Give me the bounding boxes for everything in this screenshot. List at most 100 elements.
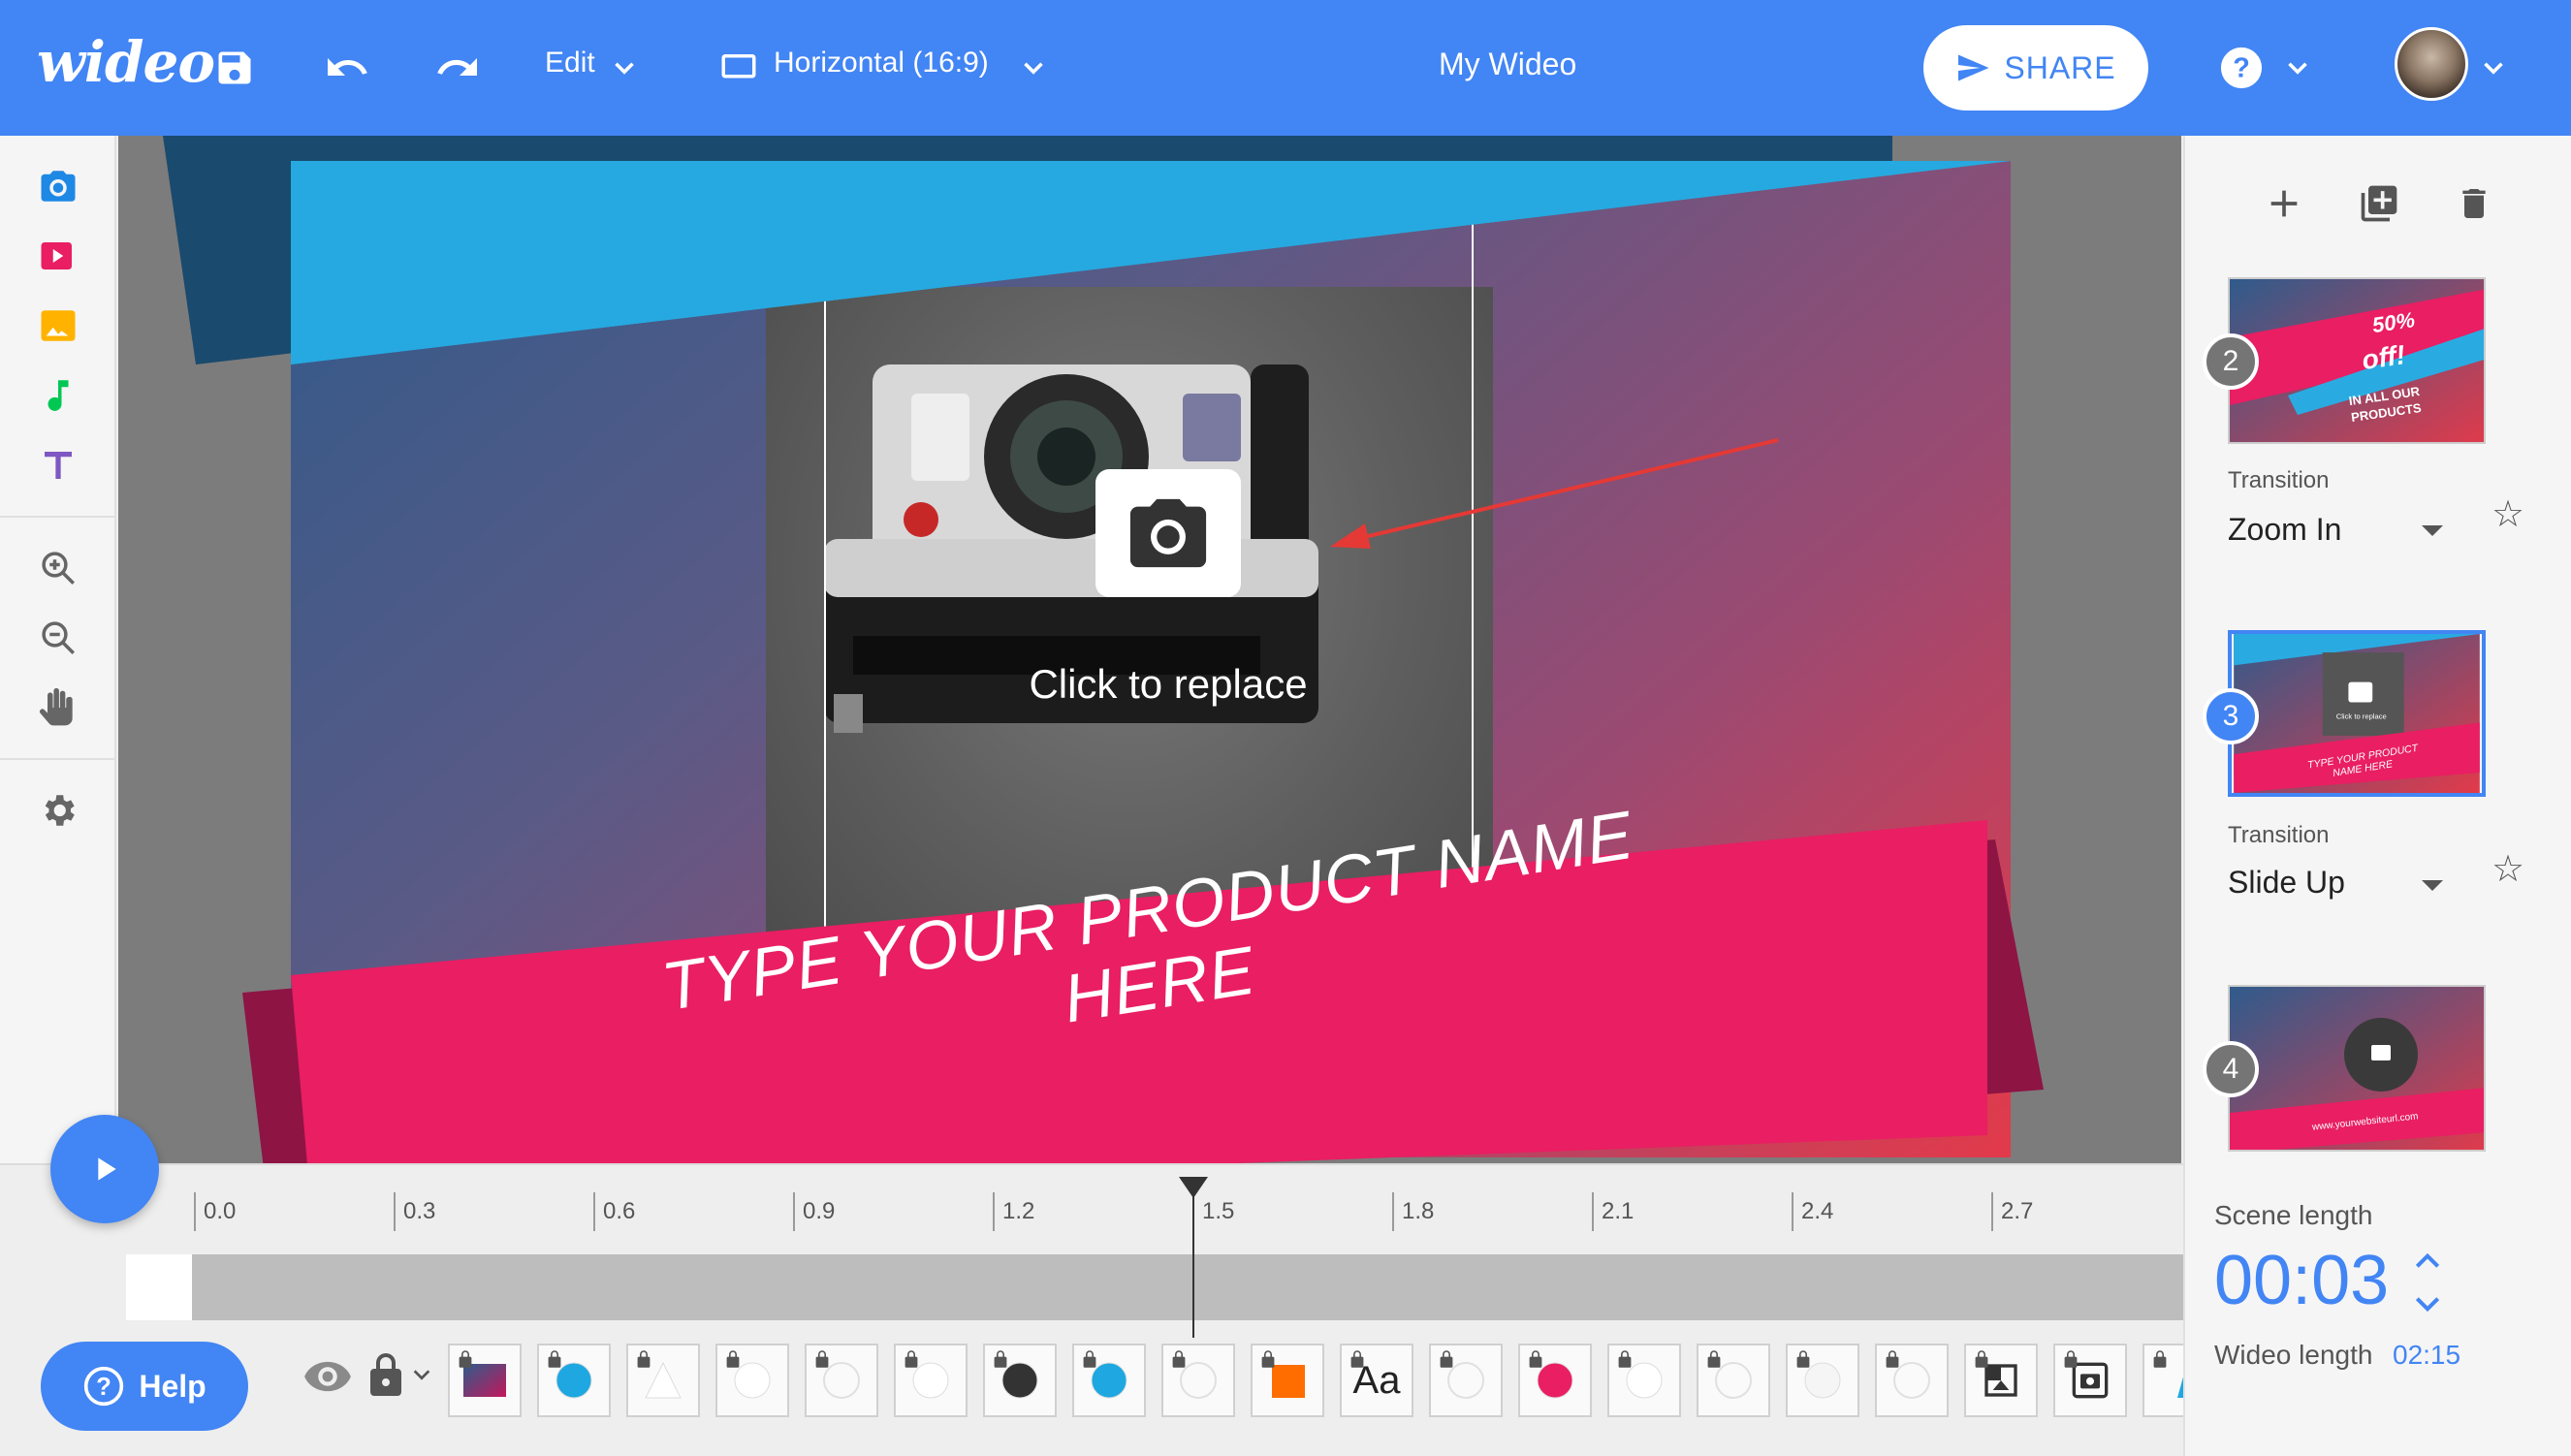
chevron-up-icon[interactable] — [2408, 1247, 2447, 1276]
format-selector[interactable]: Horizontal (16:9) — [774, 47, 989, 79]
chevron-down-icon[interactable] — [411, 1367, 432, 1387]
lock-icon[interactable] — [1974, 1349, 1989, 1374]
scene-length-value[interactable]: 00:03 — [2214, 1241, 2389, 1320]
thumb-text: Click to replace — [2336, 712, 2387, 721]
layer-thumbnail[interactable] — [1786, 1344, 1859, 1417]
add-scene-icon[interactable] — [2255, 174, 2313, 233]
star-icon[interactable]: ☆ — [2492, 492, 2524, 536]
text-icon[interactable] — [29, 436, 87, 494]
scene-thumbnail-image: 50% off! IN ALL OUR PRODUCTS — [2230, 279, 2484, 442]
layer-thumbnail[interactable] — [715, 1344, 789, 1417]
toolbar-divider — [0, 758, 116, 760]
zoom-out-icon[interactable] — [29, 609, 87, 667]
image-icon[interactable] — [29, 297, 87, 355]
lock-icon[interactable] — [1171, 1349, 1187, 1374]
scene-thumbnail-2[interactable]: 50% off! IN ALL OUR PRODUCTS — [2228, 277, 2486, 444]
zoom-in-icon[interactable] — [29, 539, 87, 597]
lock-icon[interactable] — [547, 1349, 562, 1374]
lock-icon[interactable] — [993, 1349, 1008, 1374]
lock-icon[interactable] — [366, 1351, 405, 1403]
edit-menu[interactable]: Edit — [545, 47, 595, 79]
transition-select[interactable]: Slide Up — [2228, 865, 2345, 901]
lock-icon[interactable] — [1082, 1349, 1097, 1374]
delete-scene-icon[interactable] — [2445, 174, 2503, 233]
transition-select[interactable]: Zoom In — [2228, 512, 2341, 548]
help-button[interactable]: ? Help — [41, 1342, 248, 1431]
undo-icon[interactable] — [316, 37, 378, 99]
lock-icon[interactable] — [1439, 1349, 1454, 1374]
lock-icon[interactable] — [814, 1349, 830, 1374]
layer-thumbnail[interactable] — [805, 1344, 878, 1417]
lock-icon[interactable] — [1795, 1349, 1811, 1374]
lock-icon[interactable] — [904, 1349, 919, 1374]
hand-icon[interactable] — [29, 679, 87, 737]
left-toolbar — [0, 136, 116, 1163]
star-icon[interactable]: ☆ — [2492, 847, 2524, 891]
playhead-line[interactable] — [1192, 1187, 1194, 1338]
chevron-down-icon[interactable] — [2462, 37, 2524, 99]
video-icon[interactable] — [29, 227, 87, 285]
timeline-tick: 1.2 — [993, 1192, 1034, 1231]
timeline-start-handle[interactable] — [126, 1254, 192, 1320]
wideo-logo[interactable]: wideo — [37, 29, 215, 95]
share-button[interactable]: SHARE — [1923, 25, 2148, 111]
chevron-down-icon[interactable] — [593, 37, 655, 99]
layer-thumbnail[interactable] — [983, 1344, 1057, 1417]
layer-thumbnail[interactable] — [537, 1344, 611, 1417]
layer-thumbnail[interactable] — [1429, 1344, 1503, 1417]
lock-icon[interactable] — [1260, 1349, 1276, 1374]
timeline-tick: 0.3 — [394, 1192, 435, 1231]
timeline-tick: 2.1 — [1592, 1192, 1634, 1231]
thumb-text: off! — [2360, 339, 2406, 375]
redo-icon[interactable] — [427, 37, 489, 99]
duplicate-scene-icon[interactable] — [2350, 174, 2408, 233]
eye-icon[interactable] — [302, 1357, 353, 1401]
lock-icon[interactable] — [725, 1349, 741, 1374]
timeline-tick: 0.9 — [793, 1192, 835, 1231]
lock-icon[interactable] — [636, 1349, 651, 1374]
svg-text:?: ? — [96, 1374, 111, 1401]
layer-thumbnail[interactable] — [1697, 1344, 1770, 1417]
camera-icon[interactable] — [29, 157, 87, 215]
help-circle-icon[interactable]: ? — [2210, 37, 2272, 99]
toolbar-divider — [0, 516, 116, 518]
scene-thumbnail-3[interactable]: Click to replace TYPE YOUR PRODUCT NAME … — [2228, 630, 2486, 797]
chevron-down-icon[interactable] — [1002, 37, 1064, 99]
layer-thumbnail[interactable] — [1518, 1344, 1592, 1417]
layer-thumbnail[interactable] — [1964, 1344, 2038, 1417]
lock-icon[interactable] — [1885, 1349, 1900, 1374]
layer-thumbnail[interactable] — [1072, 1344, 1146, 1417]
lock-icon[interactable] — [2152, 1349, 2168, 1374]
layer-thumbnail[interactable] — [1875, 1344, 1949, 1417]
layer-thumbnail[interactable] — [448, 1344, 522, 1417]
layer-thumbnail[interactable] — [2053, 1344, 2127, 1417]
music-icon[interactable] — [29, 366, 87, 425]
wideo-title[interactable]: My Wideo — [1439, 47, 1576, 82]
layer-thumbnail[interactable] — [1607, 1344, 1681, 1417]
lock-icon[interactable] — [1706, 1349, 1722, 1374]
chevron-down-icon[interactable] — [2408, 1289, 2447, 1318]
caret-down-icon[interactable] — [2422, 880, 2443, 891]
layer-thumbnail[interactable] — [626, 1344, 700, 1417]
scene-thumbnail-4[interactable]: www.yourwebsiteurl.com — [2228, 985, 2486, 1152]
layer-thumbnail[interactable]: Aa — [1340, 1344, 1413, 1417]
lock-icon[interactable] — [1349, 1349, 1365, 1374]
canvas-stage[interactable]: TYPE YOUR PRODUCT NAME HERE Click to rep… — [118, 136, 2181, 1163]
lock-icon[interactable] — [1528, 1349, 1543, 1374]
lock-icon[interactable] — [1617, 1349, 1633, 1374]
lock-icon[interactable] — [458, 1349, 473, 1374]
play-button[interactable] — [50, 1115, 159, 1223]
timeline-track[interactable] — [126, 1254, 2183, 1320]
avatar[interactable] — [2395, 27, 2468, 101]
playhead-handle[interactable] — [1179, 1177, 1208, 1198]
caret-down-icon[interactable] — [2422, 525, 2443, 536]
gear-icon[interactable] — [29, 781, 87, 839]
layer-thumbnail[interactable] — [1161, 1344, 1235, 1417]
chevron-down-icon[interactable] — [2267, 37, 2329, 99]
timeline-tick: 1.8 — [1392, 1192, 1434, 1231]
lock-icon[interactable] — [2063, 1349, 2079, 1374]
save-icon[interactable] — [204, 37, 266, 99]
layer-thumbnail[interactable] — [894, 1344, 968, 1417]
layer-thumbnail[interactable] — [1251, 1344, 1324, 1417]
timeline-tick: 1.5 — [1192, 1192, 1234, 1231]
